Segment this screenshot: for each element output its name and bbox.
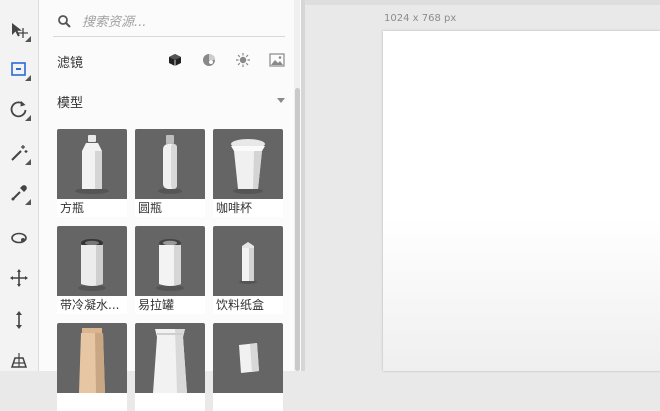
sachet-thumbnail [213, 323, 283, 393]
models-section-header[interactable]: 模型 [57, 91, 285, 111]
material-icon[interactable] [201, 52, 217, 68]
image-icon[interactable] [269, 52, 285, 68]
top-bar [305, 0, 660, 5]
canvas-size-label: 1024 x 768 px [384, 13, 457, 24]
can-thumbnail [135, 226, 205, 296]
filter-row: 滤镜 [57, 50, 285, 72]
pan-tool-button[interactable] [6, 265, 32, 291]
select-tool-button[interactable] [6, 56, 32, 82]
model-tile[interactable]: 饮料纸盒 [213, 226, 283, 314]
tool-bar [0, 0, 39, 371]
model-tile[interactable]: 易拉罐 [135, 226, 205, 314]
panel-scrollbar[interactable] [294, 0, 300, 371]
model-tile[interactable] [213, 323, 283, 411]
paper-bag-thumbnail [57, 323, 127, 393]
dolly-tool-button[interactable] [6, 307, 32, 333]
rotate-tool-button[interactable] [6, 96, 32, 122]
pouch-thumbnail [135, 323, 205, 393]
model-tile[interactable]: 带冷凝水... [57, 226, 127, 314]
model-label: 方瓶 [60, 201, 85, 215]
search-input[interactable] [80, 13, 284, 31]
carton-thumbnail [213, 226, 283, 296]
condensation-can-thumbnail [57, 226, 127, 296]
perspective-tool-button[interactable] [6, 347, 32, 373]
orbit-tool-button[interactable] [6, 225, 32, 251]
pan-icon [10, 269, 28, 287]
eyedropper-tool-button[interactable] [6, 180, 32, 206]
model-label: 带冷凝水... [60, 298, 120, 312]
chevron-down-icon [277, 98, 285, 103]
round-bottle-thumbnail [135, 129, 205, 199]
coffee-cup-thumbnail [213, 129, 283, 199]
move-tool-button[interactable] [6, 17, 32, 43]
model-tile[interactable]: 咖啡杯 [213, 129, 283, 217]
orbit-icon [11, 232, 27, 244]
model-label: 咖啡杯 [216, 201, 253, 215]
assets-panel: 滤镜 [39, 0, 301, 411]
search-bar [53, 8, 285, 37]
model-label: 圆瓶 [138, 201, 163, 215]
magic-wand-tool-button[interactable] [6, 140, 32, 166]
cube-icon[interactable] [167, 52, 183, 68]
model-tile[interactable] [57, 323, 127, 411]
document-canvas[interactable] [383, 31, 660, 371]
search-icon [58, 15, 71, 28]
filter-label: 滤镜 [57, 55, 84, 71]
model-tile[interactable]: 方瓶 [57, 129, 127, 217]
canvas-area: 1024 x 768 px [305, 0, 660, 371]
model-label: 饮料纸盒 [216, 298, 265, 312]
model-label: 易拉罐 [138, 298, 175, 312]
perspective-icon [10, 353, 28, 368]
section-title: 模型 [57, 95, 84, 111]
light-icon[interactable] [235, 52, 251, 68]
model-tile[interactable] [135, 323, 205, 411]
model-tile[interactable]: 圆瓶 [135, 129, 205, 217]
dolly-icon [16, 311, 22, 329]
square-bottle-thumbnail [57, 129, 127, 199]
scrollbar-thumb[interactable] [295, 88, 300, 371]
